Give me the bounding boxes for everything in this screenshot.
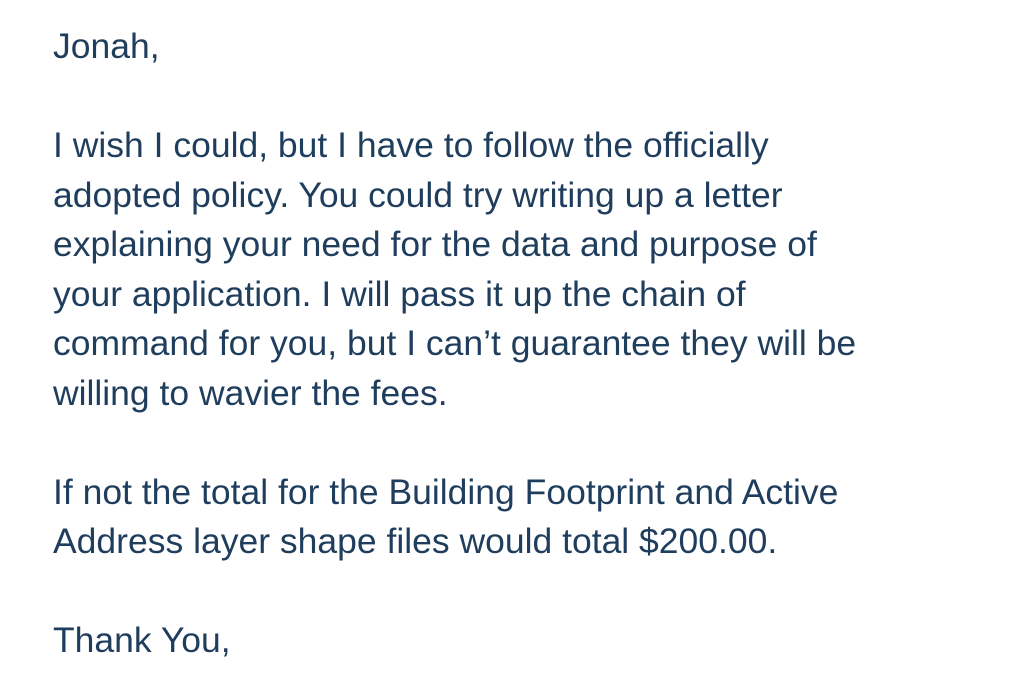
paragraph-line: your application. I will pass it up the … — [53, 273, 746, 314]
paragraph-line: willing to wavier the fees. — [53, 372, 448, 413]
closing: Thank You, — [53, 616, 1013, 666]
paragraph-line: I wish I could, but I have to follow the… — [53, 125, 769, 165]
paragraph-line: adopted policy. You could try writing up… — [53, 174, 783, 215]
paragraph-line: explaining your need for the data and pu… — [53, 224, 817, 264]
paragraph-policy: I wish I could, but I have to follow the… — [53, 121, 1013, 418]
greeting: Jonah, — [53, 22, 1013, 72]
paragraph-line: command for you, but I can’t guarantee t… — [53, 323, 857, 363]
closing-text: Thank You, — [53, 620, 231, 660]
paragraph-line: Address layer shape files would total $2… — [53, 521, 778, 561]
greeting-text: Jonah, — [53, 26, 160, 66]
email-message-body: Jonah, I wish I could, but I have to fol… — [53, 22, 1013, 666]
paragraph-fees: If not the total for the Building Footpr… — [53, 468, 1013, 567]
paragraph-line: If not the total for the Building Footpr… — [53, 471, 839, 512]
